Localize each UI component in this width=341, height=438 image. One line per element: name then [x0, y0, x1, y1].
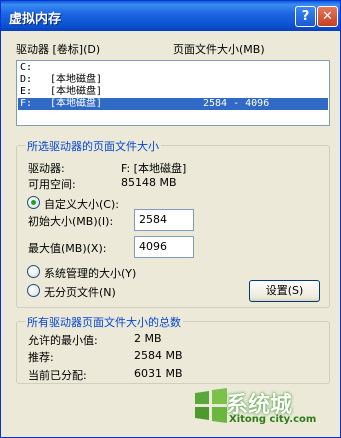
drive-letter: D: [20, 74, 33, 85]
drive-letter: E: [20, 86, 33, 97]
drive-label: [本地磁盘] [50, 74, 103, 85]
drive-field-value: F: [本地磁盘] [121, 162, 187, 175]
custom-size-label[interactable]: 自定义大小(C): [44, 196, 119, 212]
size-column-header: 页面文件大小(MB) [173, 43, 265, 56]
max-size-input[interactable]: 4096 [134, 236, 194, 258]
initial-size-label: 初始大小(MB)(I): [28, 215, 114, 228]
custom-size-radio[interactable] [27, 196, 40, 209]
site-watermark-logo: 系统城 Xitong city.com [191, 381, 331, 433]
drive-list[interactable]: C: D: [本地磁盘] E: [本地磁盘] F: [本地磁盘] 2584 - … [16, 60, 330, 126]
system-managed-radio[interactable] [27, 265, 40, 278]
drive-row-d[interactable]: D: [本地磁盘] [18, 74, 328, 86]
drive-size: 2584 - 4096 [203, 98, 270, 109]
watermark-subtext: Xitong city.com [229, 414, 317, 425]
drive-row-f[interactable]: F: [本地磁盘] 2584 - 4096 [18, 98, 328, 110]
min-allowed-label: 允许的最小值: [28, 334, 98, 347]
windows-flag-icon [195, 388, 227, 423]
virtual-memory-dialog: 虚拟内存 ? ✕ 驱动器 [卷标](D) 页面文件大小(MB) C: D: [本… [0, 0, 341, 438]
no-paging-file-radio[interactable] [27, 284, 40, 297]
current-allocated-label: 当前已分配: [28, 369, 87, 382]
window-title: 虚拟内存 [9, 12, 62, 27]
initial-size-input[interactable]: 2584 [134, 209, 194, 231]
drive-row-e[interactable]: E: [本地磁盘] [18, 86, 328, 98]
drive-column-header: 驱动器 [卷标](D) [16, 43, 101, 56]
drive-letter: F: [20, 98, 33, 109]
system-managed-label[interactable]: 系统管理的大小(Y) [44, 265, 136, 281]
drive-label: [本地磁盘] [50, 86, 103, 97]
close-button[interactable]: ✕ [317, 6, 338, 27]
no-paging-file-label[interactable]: 无分页文件(N) [44, 284, 116, 300]
free-space-label: 可用空间: [28, 178, 76, 191]
selected-drive-group-title: 所选驱动器的页面文件大小 [25, 138, 161, 154]
recommended-label: 推荐: [28, 351, 54, 364]
free-space-value: 85148 MB [121, 176, 177, 189]
current-allocated-value: 6031 MB [134, 367, 183, 380]
min-allowed-value: 2 MB [134, 332, 162, 345]
max-size-label: 最大值(MB)(X): [28, 242, 107, 255]
drive-letter: C: [20, 62, 33, 73]
recommended-value: 2584 MB [134, 349, 183, 362]
drive-row-c[interactable]: C: [18, 62, 328, 74]
drive-field-label: 驱动器: [28, 162, 65, 175]
totals-group-title: 所有驱动器页面文件大小的总数 [25, 314, 183, 330]
drive-label: [本地磁盘] [50, 98, 103, 109]
help-button[interactable]: ? [295, 6, 316, 27]
title-bar: 虚拟内存 ? ✕ [1, 1, 340, 31]
set-button[interactable]: 设置(S) [249, 280, 320, 302]
